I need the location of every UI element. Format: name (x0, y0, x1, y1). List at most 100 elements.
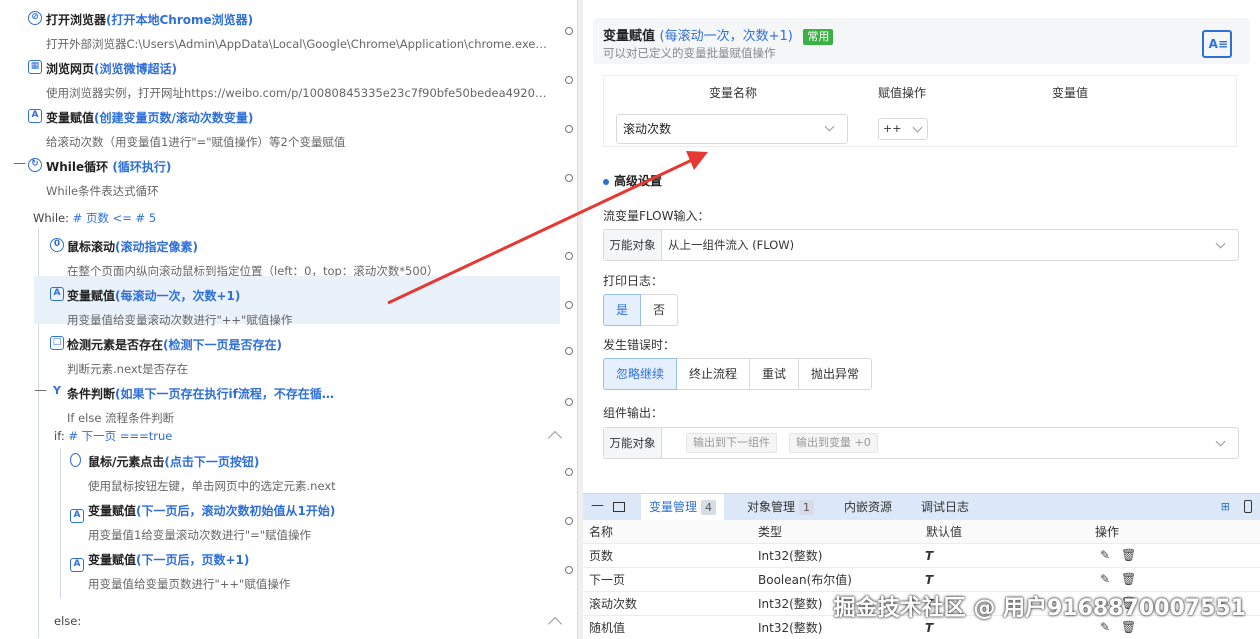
assign-op-select[interactable]: ++ (878, 118, 928, 140)
if-expression: # 下一页 ===true (68, 429, 173, 443)
connector-node[interactable] (563, 166, 575, 188)
variable-assign-icon: A (70, 509, 84, 523)
tab-debug-log[interactable]: 调试日志 (913, 494, 977, 520)
component-name: 变量赋值 (603, 29, 656, 44)
connector-node[interactable] (563, 68, 575, 90)
stop-flow-button[interactable]: 终止流程 (676, 358, 751, 390)
step-remark: (检测下一页是否存在) (163, 338, 282, 352)
column-header-variable-name: 变量名称 (709, 86, 758, 100)
variable-default: T (925, 549, 934, 563)
delete-icon[interactable]: 🗑 (1121, 549, 1136, 561)
flow-step-mouse-scroll[interactable]: 0 鼠标滚动(滚动指定像素) 在整个页面内纵向滚动鼠标到指定位置（left：0，… (34, 227, 560, 278)
output-tag-to-variable[interactable]: 输出到变量 +0 (789, 433, 878, 453)
step-title: 鼠标滚动 (67, 240, 116, 254)
component-remark: (每滚动一次，次数+1) (659, 29, 793, 44)
variable-name: 页数 (589, 549, 614, 563)
while-label: While: (33, 211, 69, 225)
variable-type: Boolean(布尔值) (758, 573, 852, 587)
edit-icon[interactable]: ✎ (1100, 573, 1112, 585)
throw-exception-button[interactable]: 抛出异常 (798, 358, 873, 390)
tab-variable-manager[interactable]: 变量管理 4 (641, 494, 725, 520)
maximize-icon[interactable] (613, 502, 625, 512)
advanced-settings-title: 高级设置 (603, 172, 662, 189)
log-yes-button[interactable]: 是 (603, 294, 642, 326)
on-error-label: 发生错误时： (603, 338, 676, 352)
chevron-down-icon (912, 122, 923, 133)
minimize-icon[interactable]: — (591, 498, 604, 513)
connector-node[interactable] (563, 244, 575, 266)
connector-node[interactable] (563, 390, 575, 412)
connector-node[interactable] (563, 509, 575, 531)
variable-type: Int32(整数) (758, 621, 823, 635)
component-title: 变量赋值 (每滚动一次，次数+1) 常用 (603, 25, 834, 45)
flow-step-variable-assign-page[interactable]: A 变量赋值(下一页后，页数+1) 用变量值给变量页数进行"++"赋值操作 (56, 540, 560, 591)
step-description: While条件表达式循环 (46, 184, 159, 198)
column-header-variable-value: 变量值 (1052, 86, 1089, 100)
on-error-options: 忽略继续 终止流程 重试 抛出异常 (603, 358, 873, 390)
flow-step-open-browser[interactable]: ⊘ 打开浏览器(打开本地Chrome浏览器) 打开外部浏览器C:\Users\A… (0, 0, 560, 51)
tab-object-manager[interactable]: 对象管理 1 (739, 494, 822, 520)
tab-count-badge: 4 (701, 500, 717, 515)
column-header-name: 名称 (589, 525, 614, 539)
flow-step-browse-page[interactable]: ▦ 浏览网页(浏览微博超话) 使用浏览器实例，打开网址https://weibo… (0, 49, 560, 100)
flow-step-while-loop[interactable]: — ↻ While循环 (循环执行) While条件表达式循环 (0, 147, 560, 198)
tab-embedded-resources[interactable]: 内嵌资源 (836, 494, 900, 520)
variable-assign-table: 变量名称 赋值操作 变量值 滚动次数 ++ (603, 75, 1237, 147)
step-title: 鼠标/元素点击 (88, 455, 165, 469)
while-condition: While: # 页数 <= # 5 (33, 210, 156, 226)
flow-step-element-exists[interactable]: □ 检测元素是否存在(检测下一页是否存在) 判断元素.next是否存在 (34, 325, 560, 376)
component-output-field[interactable]: 万能对象 输出到下一组件 输出到变量 +0 (603, 427, 1239, 459)
output-prefix: 万能对象 (604, 428, 662, 458)
step-title: 变量赋值 (88, 553, 137, 567)
delete-icon[interactable]: 🗑 (1121, 573, 1136, 585)
compass-icon: ⊘ (28, 11, 42, 25)
connector-node[interactable] (563, 339, 575, 361)
bottom-tab-bar: — 变量管理 4 对象管理 1 内嵌资源 调试日志 ⊞ (583, 494, 1260, 520)
connector-node[interactable] (563, 460, 575, 482)
step-title: While循环 (46, 160, 109, 174)
collapse-up-icon[interactable] (547, 616, 563, 632)
variable-name-select[interactable]: 滚动次数 (616, 114, 848, 144)
mouse-click-icon (70, 453, 81, 467)
chevron-down-icon (824, 121, 835, 132)
flow-input-field[interactable]: 万能对象 从上一组件流入 (FLOW) (603, 229, 1239, 261)
edit-icon[interactable]: ✎ (1100, 621, 1112, 633)
flow-step-mouse-click[interactable]: 鼠标/元素点击(点击下一页按钮) 使用鼠标按钮左键，单击网页中的选定元素.nex… (56, 442, 560, 493)
ignore-continue-button[interactable]: 忽略继续 (603, 358, 678, 390)
table-row[interactable]: 下一页 Boolean(布尔值) T ✎ 🗑 (583, 568, 1260, 592)
while-expression: # 页数 <= # 5 (72, 211, 157, 225)
mobile-icon[interactable] (1244, 500, 1252, 513)
flow-step-variable-assign-reset[interactable]: A 变量赋值(下一页后，滚动次数初始值从1开始) 用变量值1给变量滚动次数进行"… (56, 491, 560, 542)
tab-label: 变量管理 (649, 500, 698, 514)
table-row[interactable]: 页数 Int32(整数) T ✎ 🗑 (583, 544, 1260, 568)
common-badge: 常用 (803, 29, 834, 45)
connector-node[interactable] (563, 19, 575, 41)
delete-icon[interactable]: 🗑 (1121, 621, 1136, 633)
step-title: 检测元素是否存在 (67, 338, 164, 352)
collapse-toggle[interactable]: — (13, 156, 26, 171)
step-title: 变量赋值 (46, 111, 95, 125)
variable-type: Int32(整数) (758, 597, 823, 611)
flow-step-condition[interactable]: — Y 条件判断(如果下一页存在执行if流程，不存在循… If else 流程条… (34, 374, 560, 425)
connector-node[interactable] (563, 117, 575, 139)
step-remark: (循环执行) (112, 160, 172, 174)
table-header-row: 名称 类型 默认值 操作 (583, 520, 1260, 544)
step-description: 用变量值给变量页数进行"++"赋值操作 (88, 577, 291, 591)
edit-icon[interactable]: ✎ (1100, 549, 1112, 561)
retry-button[interactable]: 重试 (749, 358, 800, 390)
if-label: if: (54, 429, 65, 443)
variable-assign-icon: A (28, 109, 42, 123)
windows-icon[interactable]: ⊞ (1221, 500, 1230, 513)
output-tag-next-component[interactable]: 输出到下一组件 (686, 433, 777, 453)
log-no-button[interactable]: 否 (640, 294, 679, 326)
connector-node[interactable] (563, 558, 575, 580)
flow-step-variable-assign-scroll[interactable]: A 变量赋值(每滚动一次，次数+1) 用变量值给变量滚动次数进行"++"赋值操作 (34, 276, 560, 327)
step-remark: (创建变量页数/滚动次数变量) (94, 111, 254, 125)
step-remark: (下一页后，滚动次数初始值从1开始) (136, 504, 336, 518)
variable-assign-icon: A (50, 287, 64, 301)
config-panel: 变量赋值 (每滚动一次，次数+1) 常用 可以对已定义的变量批量赋值操作 A≡ … (583, 0, 1260, 639)
column-header-actions: 操作 (1095, 525, 1120, 539)
flow-step-variable-assign-init[interactable]: A 变量赋值(创建变量页数/滚动次数变量) 给滚动次数（用变量值1进行"="赋值… (0, 98, 560, 149)
collapse-toggle[interactable]: — (34, 383, 47, 398)
connector-node[interactable] (563, 293, 575, 315)
